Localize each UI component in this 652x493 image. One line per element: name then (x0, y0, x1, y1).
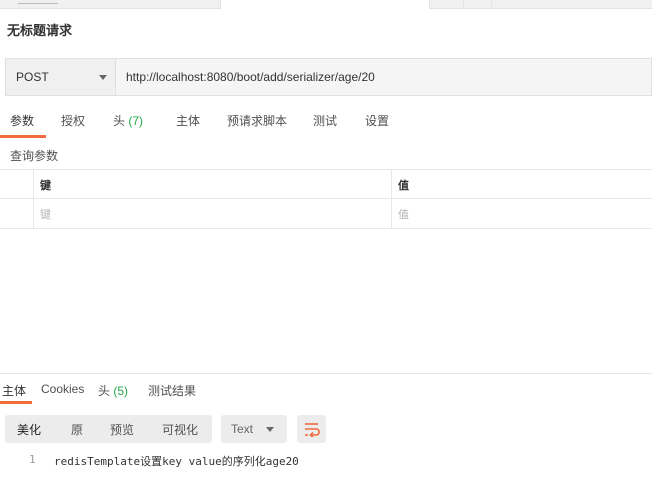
params-header-row: 键 值 (0, 169, 652, 199)
tab-label: 测试 (313, 114, 338, 128)
request-tabs: 参数 授权 头 (7) 主体 预请求脚本 测试 设置 (0, 112, 652, 138)
tab-label: 预请求脚本 (227, 114, 288, 128)
response-tabs: 主体 Cookies 头 (5) 测试结果 (0, 382, 652, 404)
tab-response-headers[interactable]: 头 (5) (98, 382, 128, 404)
response-text[interactable]: redisTemplate设置key value的序列化age20 (54, 453, 299, 469)
response-divider[interactable] (0, 373, 652, 374)
response-code-line[interactable]: 1 redisTemplate设置key value的序列化age20 (0, 453, 652, 469)
view-mode-group: 美化 原 预览 可视化 (5, 415, 212, 443)
tab-label: 主体 (2, 384, 27, 398)
line-number: 1 (29, 453, 36, 466)
visualize-button[interactable]: 可视化 (162, 415, 198, 443)
preview-button[interactable]: 预览 (110, 415, 134, 443)
tab-label: 授权 (61, 114, 86, 128)
url-input[interactable]: http://localhost:8080/boot/add/serialize… (115, 58, 652, 96)
tab-label: 头 (113, 114, 126, 128)
format-select[interactable]: Text (221, 415, 287, 443)
tab-body[interactable]: 主体 (176, 112, 200, 138)
tab-response-body[interactable]: 主体 (0, 382, 33, 404)
request-title[interactable]: 无标题请求 (7, 20, 72, 39)
tab-active-request[interactable] (220, 0, 430, 9)
tab-label: 测试结果 (148, 384, 197, 398)
wrap-lines-icon (304, 423, 320, 437)
chevron-down-icon (266, 427, 274, 432)
wrap-lines-button[interactable] (297, 415, 326, 443)
tab-cookies[interactable]: Cookies (41, 382, 84, 404)
query-params-label: 查询参数 (10, 149, 59, 163)
tab-label: 参数 (10, 114, 35, 128)
tab-label: 设置 (365, 114, 390, 128)
tab-headers[interactable]: 头 (7) (113, 112, 143, 138)
tab-pre-request-script[interactable]: 预请求脚本 (227, 112, 287, 138)
tab-strip-button[interactable] (436, 0, 464, 9)
row-gutter (0, 170, 34, 199)
tab-strip-button[interactable] (464, 0, 492, 9)
tab-strip-edge (18, 0, 58, 4)
key-input[interactable]: 键 (34, 199, 392, 228)
tab-settings[interactable]: 设置 (365, 112, 389, 138)
tab-test-results[interactable]: 测试结果 (148, 382, 196, 404)
value-column-header: 值 (398, 179, 409, 192)
tab-count: (5) (113, 384, 129, 398)
tab-tests[interactable]: 测试 (313, 112, 337, 138)
top-tab-strip (0, 0, 652, 9)
params-table: 键 值 键 值 (0, 169, 652, 229)
method-value: POST (16, 70, 49, 84)
tab-count: (7) (128, 114, 144, 128)
pretty-button[interactable]: 美化 (17, 415, 41, 443)
raw-button[interactable]: 原 (71, 415, 83, 443)
chevron-down-icon (99, 75, 107, 80)
tab-auth[interactable]: 授权 (61, 112, 85, 138)
tab-label: 头 (98, 384, 111, 398)
tab-params[interactable]: 参数 (0, 112, 47, 138)
method-select[interactable]: POST (5, 58, 115, 96)
row-gutter (0, 199, 34, 228)
format-value: Text (231, 422, 254, 436)
tab-label: Cookies (41, 382, 85, 396)
tab-label: 主体 (176, 114, 201, 128)
params-input-row: 键 值 (0, 199, 652, 229)
value-input[interactable]: 值 (392, 199, 652, 228)
url-bar: POST http://localhost:8080/boot/add/seri… (5, 58, 652, 96)
key-column-header: 键 (34, 170, 392, 199)
